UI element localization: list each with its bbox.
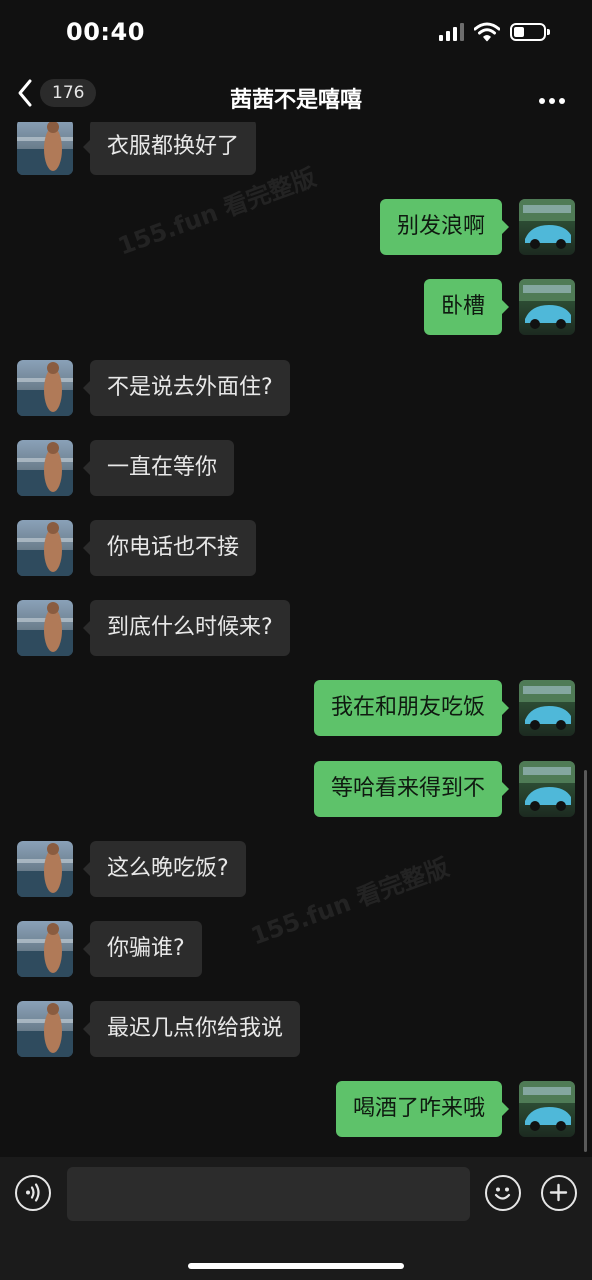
message-bubble[interactable]: 衣服都换好了 — [82, 122, 257, 175]
outgoing-message: 卧槽 — [0, 279, 592, 339]
incoming-message: 到底什么时候来? — [0, 600, 592, 660]
home-indicator — [188, 1263, 404, 1269]
chat-header: 176 茜茜不是嘻嘻 — [0, 70, 592, 122]
battery-icon — [510, 23, 550, 41]
incoming-message: 衣服都换好了 — [0, 122, 592, 179]
contact-avatar[interactable] — [17, 359, 73, 416]
message-bubble[interactable]: 喝酒了咋来哦 — [335, 1081, 510, 1138]
self-avatar[interactable] — [519, 680, 575, 737]
outgoing-message: 等哈看来得到不 — [0, 760, 592, 821]
outgoing-message: 我在和朋友吃饭 — [0, 680, 592, 740]
self-avatar[interactable] — [519, 760, 575, 817]
contact-avatar[interactable] — [17, 122, 73, 175]
message-input[interactable] — [67, 1167, 470, 1221]
incoming-message: 最迟几点你给我说 — [0, 1001, 592, 1061]
contact-avatar[interactable] — [17, 520, 73, 576]
message-bubble[interactable]: 不是说去外面住? — [83, 359, 290, 416]
message-bubble[interactable]: 等哈看来得到不 — [313, 760, 510, 817]
incoming-message: 你电话也不接 — [0, 520, 592, 580]
status-time: 00:40 — [66, 18, 145, 46]
contact-avatar[interactable] — [17, 921, 73, 977]
scrollbar[interactable] — [584, 770, 587, 1152]
message-bubble[interactable]: 别发浪啊 — [379, 199, 510, 256]
add-icon — [549, 1183, 568, 1202]
message-bubble[interactable]: 我在和朋友吃饭 — [313, 680, 510, 737]
message-bubble[interactable]: 一直在等你 — [82, 439, 235, 496]
self-avatar[interactable] — [519, 279, 575, 336]
message-bubble[interactable]: 你骗谁? — [83, 921, 202, 977]
outgoing-message: 别发浪啊 — [0, 199, 592, 259]
message-bubble[interactable]: 你电话也不接 — [82, 520, 257, 576]
incoming-message: 你骗谁? — [0, 921, 592, 981]
contact-avatar[interactable] — [17, 439, 73, 496]
message-bubble[interactable]: 卧槽 — [423, 279, 510, 336]
emoji-icon — [494, 1187, 511, 1200]
contact-avatar[interactable] — [17, 840, 73, 897]
message-list[interactable]: 155.fun 看完整版 155.fun 看完整版 衣服都换好了 别发浪啊 卧槽 不是… — [0, 122, 592, 1157]
message-bubble[interactable]: 最迟几点你给我说 — [82, 1001, 301, 1058]
self-avatar[interactable] — [519, 199, 575, 256]
more-horizontal-icon — [539, 98, 565, 104]
self-avatar[interactable] — [519, 1081, 575, 1138]
incoming-message: 一直在等你 — [0, 439, 592, 500]
incoming-message: 这么晚吃饭? — [0, 840, 592, 901]
chat-title: 茜茜不是嘻嘻 — [229, 88, 362, 113]
add-button[interactable] — [541, 1175, 577, 1211]
message-bubble[interactable]: 到底什么时候来? — [83, 600, 290, 657]
contact-avatar[interactable] — [17, 1001, 73, 1058]
voice-icon — [26, 1183, 40, 1202]
incoming-message: 不是说去外面住? — [0, 359, 592, 420]
status-bar: 00:40 — [0, 0, 592, 70]
more-button[interactable] — [538, 82, 566, 112]
input-bar — [0, 1157, 592, 1280]
signal-icon — [439, 23, 464, 41]
emoji-button[interactable] — [485, 1175, 521, 1211]
message-bubble[interactable]: 这么晚吃饭? — [83, 840, 246, 897]
voice-button[interactable] — [15, 1175, 51, 1211]
battery-level — [514, 27, 524, 37]
contact-avatar[interactable] — [17, 600, 73, 657]
wifi-icon — [474, 22, 500, 42]
outgoing-message: 喝酒了咋来哦 — [0, 1081, 592, 1141]
status-icons — [439, 22, 550, 42]
